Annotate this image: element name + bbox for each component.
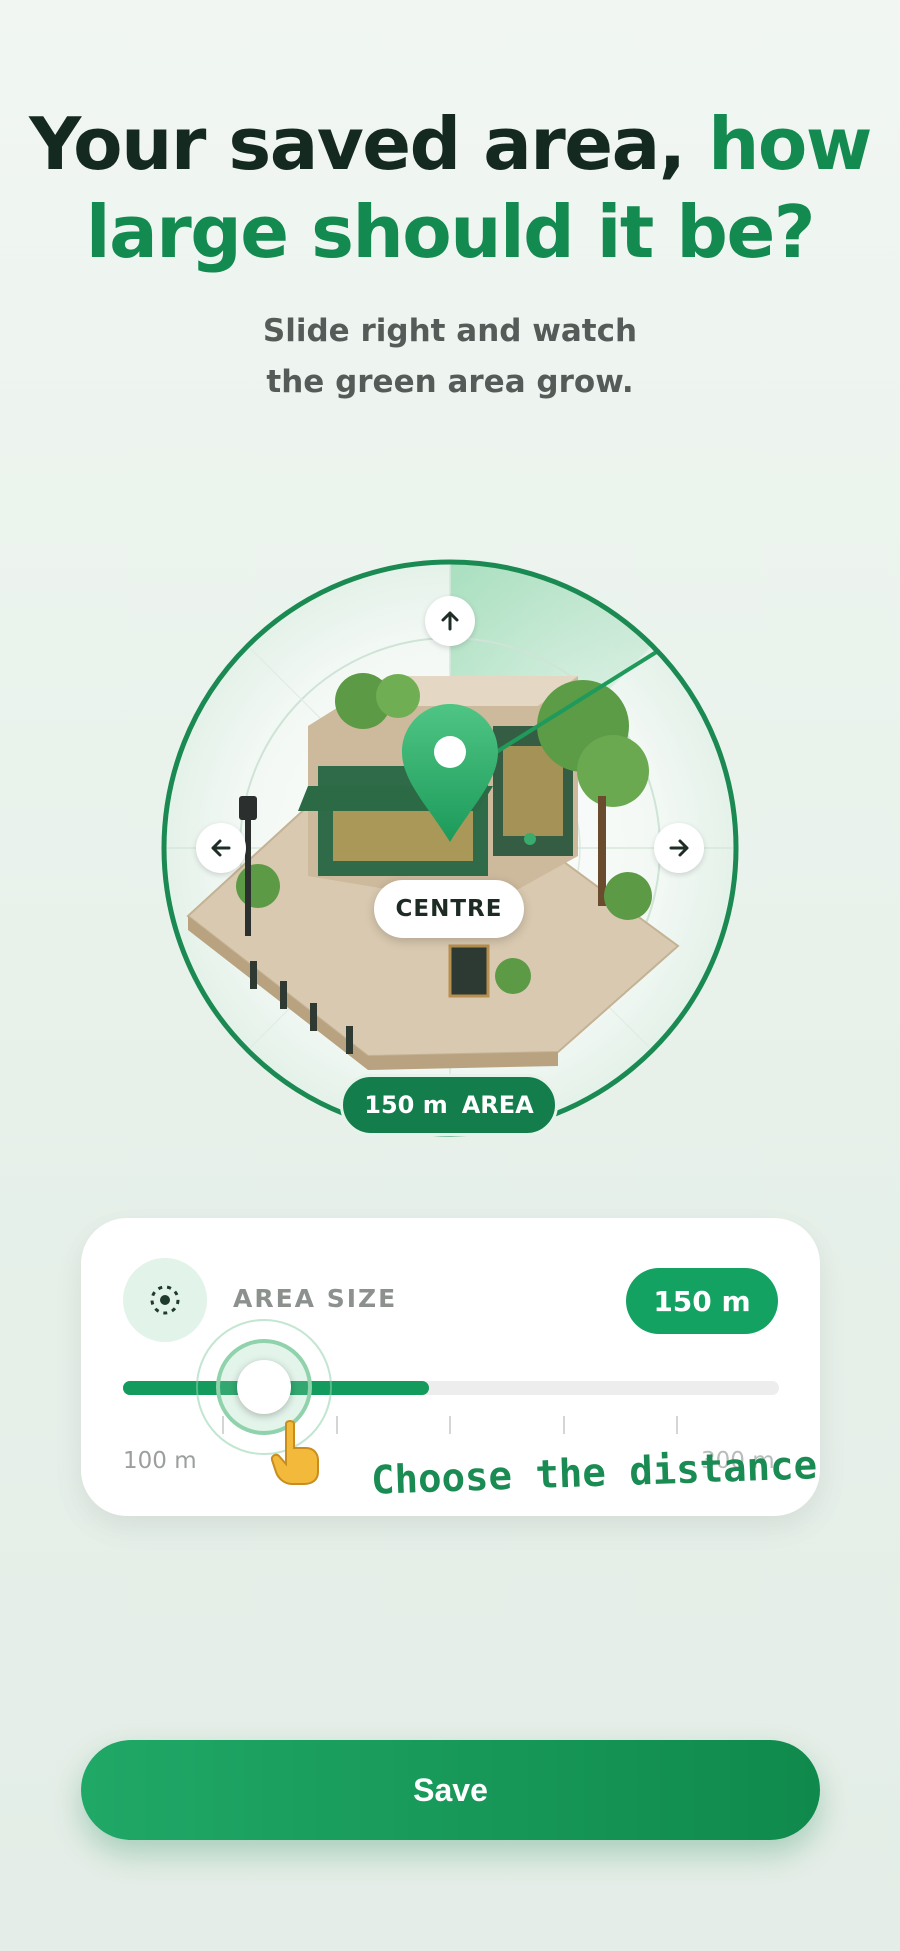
slider-tick [563, 1416, 565, 1434]
arrow-left-button[interactable] [196, 823, 246, 873]
area-radius-badge: 150 m AREA [340, 1074, 558, 1136]
page-title: Your saved area, how large should it be? [0, 100, 900, 276]
area-map[interactable]: CENTRE 150 m AREA [158, 556, 742, 1140]
arrow-up-icon [441, 611, 459, 631]
title-part-dark: Your saved area, [29, 102, 686, 186]
arrow-right-button[interactable] [654, 823, 704, 873]
area-size-title: AREA SIZE [233, 1284, 398, 1313]
area-icon-badge [123, 1258, 207, 1342]
save-button[interactable]: Save [81, 1740, 820, 1840]
area-slider-thumb[interactable] [237, 1360, 291, 1414]
slider-tick [449, 1416, 451, 1434]
subtitle-line-2: the green area grow. [266, 364, 634, 400]
area-size-value: 150 m [626, 1268, 778, 1334]
subtitle: Slide right and watch the green area gro… [0, 306, 900, 408]
title-line-2: large should it be? [85, 190, 816, 274]
arrow-left-icon [211, 839, 231, 857]
pointing-hand-icon [270, 1420, 319, 1485]
title-part-green: how [708, 102, 872, 186]
subtitle-line-1: Slide right and watch [262, 313, 638, 349]
slider-tick [676, 1416, 678, 1434]
slider-min-label: 100 m [123, 1448, 197, 1474]
target-dots-icon [150, 1285, 180, 1315]
title-line-1: Your saved area, how [0, 100, 900, 188]
centre-label: CENTRE [374, 880, 524, 938]
slider-hint: Choose the distance [370, 1443, 818, 1504]
area-radius-label: AREA [461, 1091, 534, 1119]
arrow-up-button[interactable] [425, 596, 475, 646]
area-radius-value: 150 m [364, 1091, 448, 1119]
arrow-right-icon [669, 839, 689, 857]
area-size-card: AREA SIZE 150 m 100 m 300 m Choose the d… [81, 1218, 820, 1516]
slider-tick [336, 1416, 338, 1434]
